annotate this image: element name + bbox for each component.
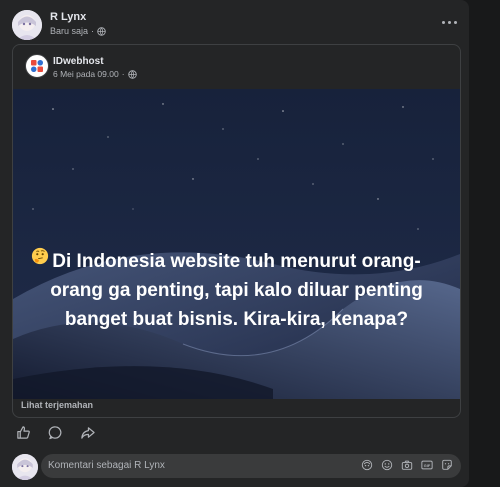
shared-post[interactable]: IDwebhost 6 Mei pada 09.00 · Di Indonesi… <box>12 44 461 418</box>
svg-text:GIF: GIF <box>424 464 431 468</box>
shared-post-timestamp[interactable]: 6 Mei pada 09.00 <box>53 69 119 79</box>
desert-night-background <box>13 89 460 399</box>
comment-placeholder: Komentari sebagai R Lynx <box>48 460 165 471</box>
idwebhost-logo <box>31 60 43 72</box>
more-options-button[interactable] <box>437 10 461 34</box>
author-name[interactable]: R Lynx <box>50 11 86 23</box>
emoji-icon[interactable] <box>381 459 393 471</box>
globe-icon <box>127 69 137 79</box>
author-avatar[interactable] <box>12 10 42 40</box>
comment-icon[interactable] <box>48 425 63 440</box>
page-name[interactable]: IDwebhost <box>53 56 104 67</box>
see-translation-link[interactable]: Lihat terjemahan <box>21 400 93 410</box>
post-timestamp[interactable]: Baru saja <box>50 26 88 36</box>
share-icon[interactable] <box>80 425 95 440</box>
more-horizontal-icon <box>441 20 445 24</box>
shared-post-meta: 6 Mei pada 09.00 · <box>53 69 137 79</box>
gif-icon[interactable]: GIF <box>421 459 433 471</box>
page-logo[interactable] <box>25 54 49 78</box>
like-icon[interactable] <box>16 425 31 440</box>
commenter-avatar[interactable] <box>12 454 38 480</box>
thinking-face-emoji <box>31 247 49 265</box>
post-image[interactable]: Di Indonesia website tuh menurut orang-o… <box>13 89 460 399</box>
post-actions <box>16 425 95 440</box>
background-strip <box>469 0 500 487</box>
avatar-sticker-icon[interactable] <box>361 459 373 471</box>
post-meta: Baru saja · <box>50 26 106 36</box>
globe-icon <box>97 26 106 36</box>
comment-input[interactable]: Komentari sebagai R Lynx GIF <box>41 454 461 478</box>
post-card: R Lynx Baru saja · IDwebhost 6 Mei pada … <box>0 0 469 487</box>
camera-icon[interactable] <box>401 459 413 471</box>
sticker-icon[interactable] <box>441 459 453 471</box>
comment-tools: GIF <box>361 459 453 471</box>
image-caption: Di Indonesia website tuh menurut orang-o… <box>27 247 446 334</box>
